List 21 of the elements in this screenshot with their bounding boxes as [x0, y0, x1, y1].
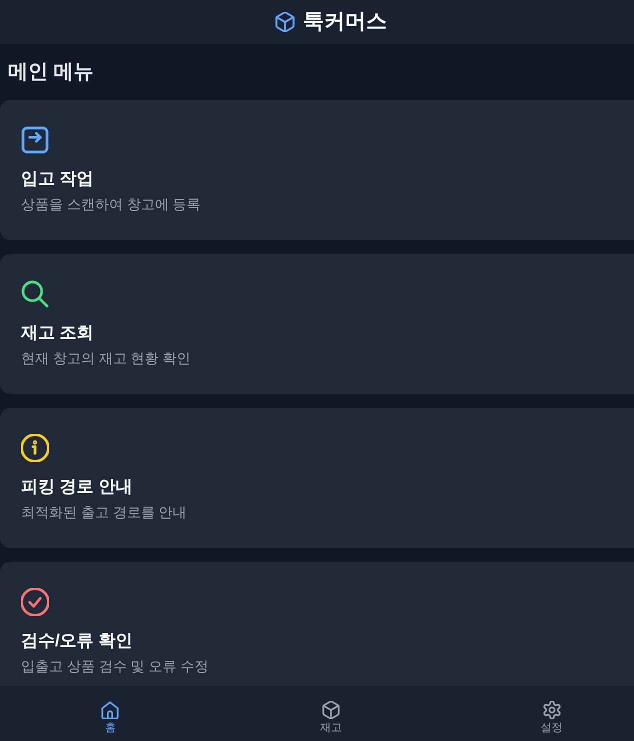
house-icon — [101, 701, 120, 719]
menu-card[interactable]: 피킹 경로 안내 최적화된 출고 경로를 안내 — [0, 408, 634, 548]
cube-icon — [275, 12, 295, 32]
card-title: 검수/오류 확인 — [21, 630, 132, 652]
cube-icon — [322, 701, 340, 719]
settings-icon — [542, 701, 561, 719]
card-description: 입출고 상품 검수 및 오류 수정 — [21, 657, 208, 676]
menu-card[interactable]: 검수/오류 확인 입출고 상품 검수 및 오류 수정 — [0, 562, 634, 685]
card-description: 최적화된 출고 경로를 안내 — [21, 503, 187, 522]
card-title: 피킹 경로 안내 — [21, 476, 132, 498]
card-description: 현재 창고의 재고 현황 확인 — [21, 349, 191, 368]
card-title: 재고 조회 — [21, 322, 94, 344]
nav-tab[interactable]: 홈 — [101, 701, 120, 735]
nav-tab[interactable]: 설정 — [540, 701, 563, 735]
card-title: 입고 작업 — [21, 168, 94, 190]
app-title: 툭커머스 — [303, 9, 387, 35]
card-description: 상품을 스캔하여 창고에 등록 — [21, 195, 201, 214]
nav-tab[interactable]: 재고 — [320, 701, 342, 735]
menu-card[interactable]: 재고 조회 현재 창고의 재고 현황 확인 — [0, 254, 634, 394]
menu-card[interactable]: 입고 작업 상품을 스캔하여 창고에 등록 — [0, 100, 634, 240]
section-title: 메인 메뉴 — [7, 60, 94, 85]
